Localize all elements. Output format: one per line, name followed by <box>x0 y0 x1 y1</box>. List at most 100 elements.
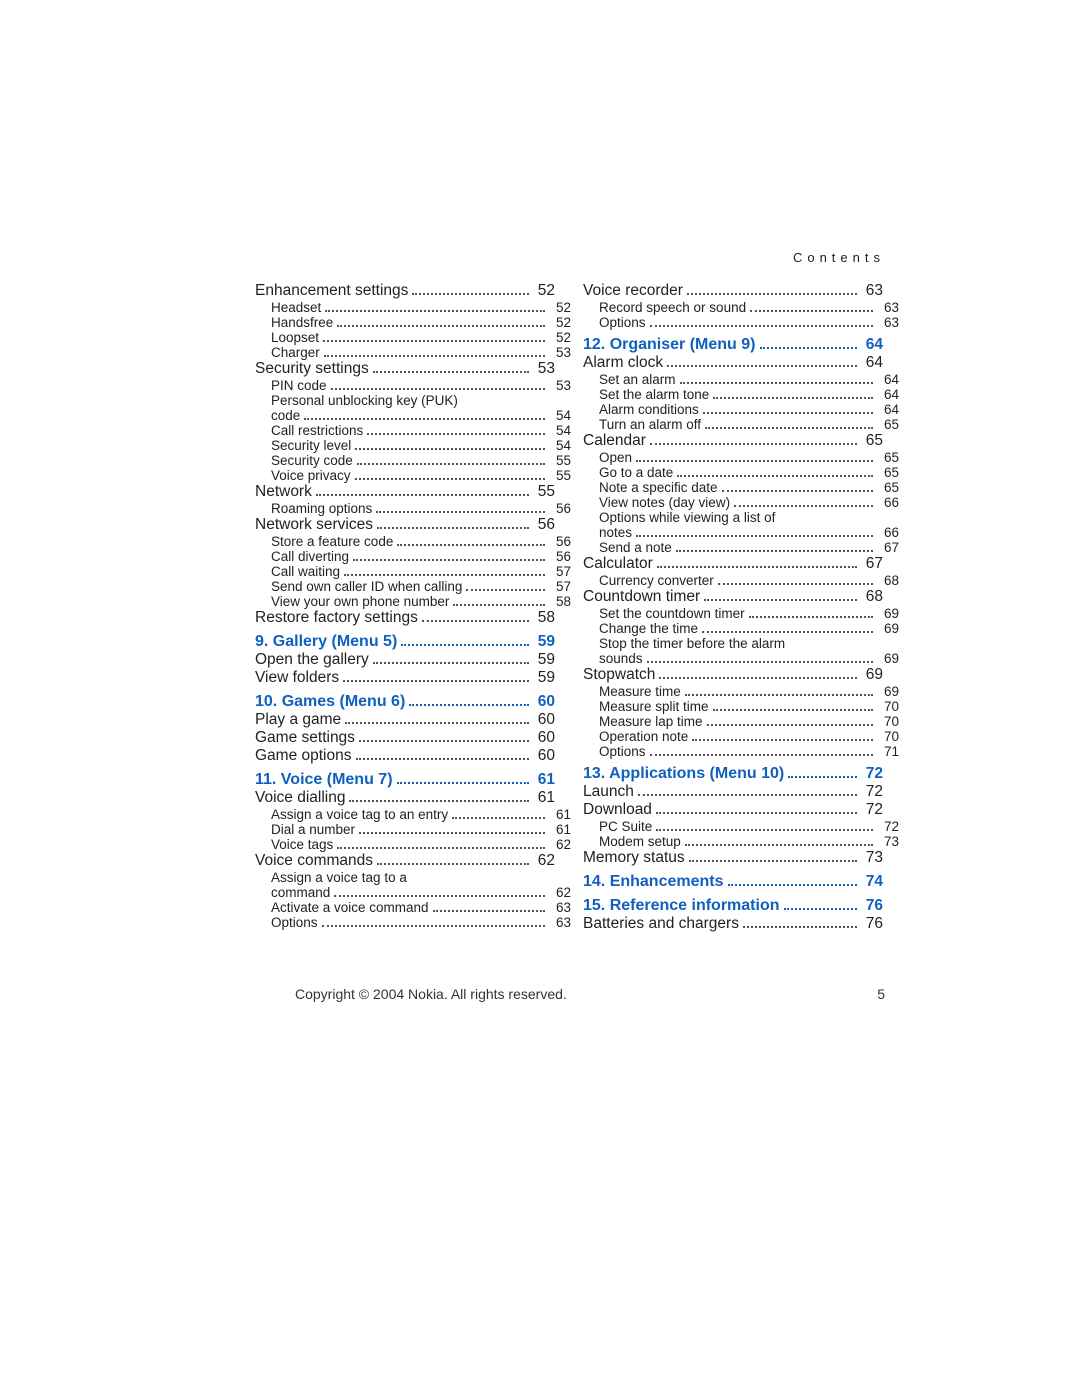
toc-entry: Countdown timer68 <box>583 588 883 606</box>
toc-leader-dots <box>466 589 545 591</box>
toc-page-number: 61 <box>533 771 555 789</box>
toc-leader-dots <box>377 863 529 865</box>
toc-page-number: 72 <box>861 801 883 819</box>
toc-leader-dots <box>344 574 545 576</box>
toc-page-number: 56 <box>549 501 571 516</box>
toc-page-number: 67 <box>877 540 899 555</box>
toc-page-number: 60 <box>533 693 555 711</box>
toc-entry: Handsfree52 <box>255 315 555 330</box>
toc-leader-dots <box>412 293 529 295</box>
toc-leader-dots <box>373 662 529 664</box>
toc-label: Game options <box>255 747 352 765</box>
toc-entry: PIN code53 <box>255 378 555 393</box>
toc-leader-dots <box>734 505 873 507</box>
toc-label: Memory status <box>583 849 685 867</box>
toc-page-number: 64 <box>877 372 899 387</box>
toc-leader-dots <box>409 704 529 706</box>
toc-leader-dots <box>656 812 857 814</box>
toc-leader-dots <box>636 460 873 462</box>
toc-leader-dots <box>422 620 529 622</box>
toc-entry: Play a game60 <box>255 711 555 729</box>
toc-label: Options <box>599 744 646 759</box>
toc-leader-dots <box>357 463 545 465</box>
toc-entry: Voice commands62 <box>255 852 555 870</box>
toc-label: Security code <box>271 453 353 468</box>
page-number: 5 <box>877 986 885 1002</box>
toc-leader-dots <box>359 740 529 742</box>
toc-label: Alarm conditions <box>599 402 699 417</box>
toc-section-heading[interactable]: 13. Applications (Menu 10)72 <box>583 765 883 783</box>
toc-label: Call diverting <box>271 549 349 564</box>
toc-entry: Charger53 <box>255 345 555 360</box>
toc-label: Measure lap time <box>599 714 703 729</box>
toc-leader-dots <box>337 325 545 327</box>
toc-leader-dots <box>356 758 530 760</box>
toc-entry: Currency converter68 <box>583 573 883 588</box>
toc-entry: Alarm conditions64 <box>583 402 883 417</box>
toc-entry: Dial a number61 <box>255 822 555 837</box>
toc-label: Send own caller ID when calling <box>271 579 462 594</box>
toc-label: Note a specific date <box>599 480 718 495</box>
toc-label: Calculator <box>583 555 653 573</box>
toc-section-heading[interactable]: 14. Enhancements74 <box>583 873 883 891</box>
toc-page-number: 64 <box>877 387 899 402</box>
toc-entry: Security code55 <box>255 453 555 468</box>
toc-entry: Set an alarm64 <box>583 372 883 387</box>
toc-entry: Game settings60 <box>255 729 555 747</box>
toc-entry: Calculator67 <box>583 555 883 573</box>
toc-section-heading[interactable]: 11. Voice (Menu 7)61 <box>255 771 555 789</box>
toc-label: Stop the timer before the alarm <box>599 636 785 651</box>
toc-page-number: 58 <box>533 609 555 627</box>
toc-leader-dots <box>304 418 545 420</box>
toc-page-number: 52 <box>549 330 571 345</box>
toc-page-number: 53 <box>533 360 555 378</box>
toc-entry: Network services56 <box>255 516 555 534</box>
toc-page-number: 72 <box>861 765 883 783</box>
toc-section-heading[interactable]: 9. Gallery (Menu 5)59 <box>255 633 555 651</box>
toc-page-number: 64 <box>861 336 883 354</box>
toc-label: Play a game <box>255 711 341 729</box>
toc-label: Set the countdown timer <box>599 606 745 621</box>
toc-page-number: 53 <box>549 378 571 393</box>
toc-page-number: 69 <box>877 651 899 666</box>
toc-leader-dots <box>788 776 857 778</box>
toc-label: Store a feature code <box>271 534 393 549</box>
toc-page-number: 63 <box>549 915 571 930</box>
toc-page-number: 70 <box>877 699 899 714</box>
toc-entry: Roaming options56 <box>255 501 555 516</box>
toc-entry: Modem setup73 <box>583 834 883 849</box>
toc-entry: Send a note67 <box>583 540 883 555</box>
toc-leader-dots <box>433 910 545 912</box>
toc-leader-dots <box>760 347 858 349</box>
toc-leader-dots <box>345 722 529 724</box>
toc-leader-dots <box>647 661 873 663</box>
toc-section-heading[interactable]: 15. Reference information76 <box>583 897 883 915</box>
toc-columns: Enhancement settings52Headset52Handsfree… <box>255 282 885 933</box>
toc-section-heading[interactable]: 10. Games (Menu 6)60 <box>255 693 555 711</box>
toc-page-number: 54 <box>549 438 571 453</box>
toc-leader-dots <box>659 677 857 679</box>
toc-leader-dots <box>728 884 858 886</box>
toc-label: code <box>271 408 300 423</box>
toc-label: Dial a number <box>271 822 355 837</box>
toc-label: Game settings <box>255 729 355 747</box>
toc-label: View folders <box>255 669 339 687</box>
toc-leader-dots <box>397 782 529 784</box>
page-footer: Copyright © 2004 Nokia. All rights reser… <box>255 986 885 1002</box>
toc-label: Personal unblocking key (PUK) <box>271 393 458 408</box>
toc-leader-dots <box>401 644 529 646</box>
toc-label: Network <box>255 483 312 501</box>
toc-page-number: 65 <box>877 417 899 432</box>
toc-page-number: 69 <box>861 666 883 684</box>
toc-label: Voice recorder <box>583 282 683 300</box>
toc-entry: Assign a voice tag to an entry61 <box>255 807 555 822</box>
toc-leader-dots <box>636 535 873 537</box>
toc-leader-dots <box>376 511 545 513</box>
toc-page-number: 53 <box>549 345 571 360</box>
toc-entry: Game options60 <box>255 747 555 765</box>
toc-section-heading[interactable]: 12. Organiser (Menu 9)64 <box>583 336 883 354</box>
toc-entry: Change the time69 <box>583 621 883 636</box>
toc-label: Send a note <box>599 540 672 555</box>
toc-page-number: 73 <box>861 849 883 867</box>
toc-label: View notes (day view) <box>599 495 730 510</box>
